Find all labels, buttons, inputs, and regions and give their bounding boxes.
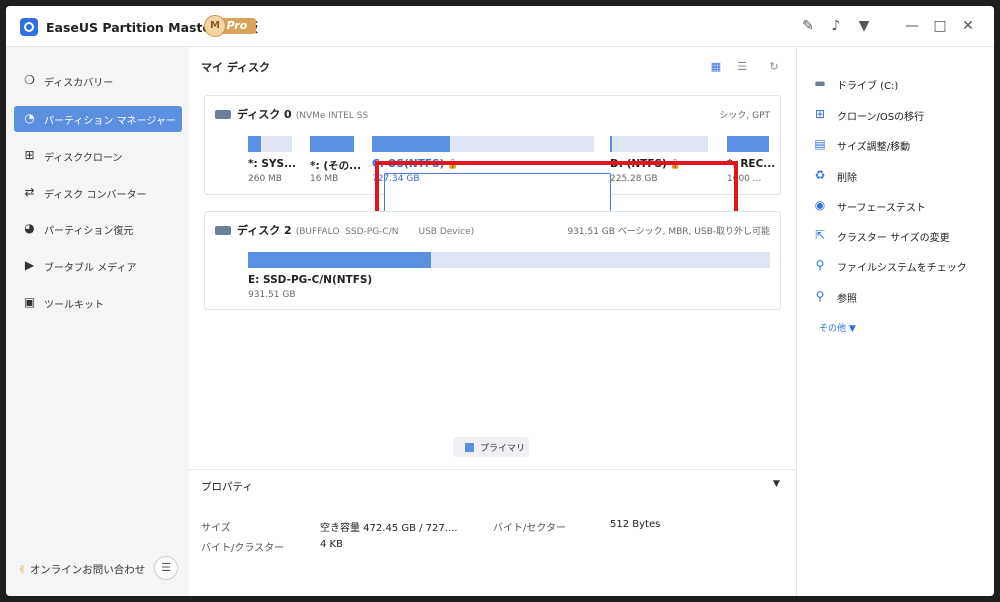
action-label: サーフェーステスト — [837, 203, 926, 214]
partition-size: 16 MB — [310, 174, 339, 184]
more-dropdown[interactable]: その他 ▼ — [819, 321, 856, 334]
action-label: 削除 — [837, 173, 857, 184]
partition-size: 931.51 GB — [248, 290, 296, 300]
hard-disk-icon — [215, 109, 231, 119]
legend-primary: プライマリ — [453, 437, 529, 457]
drive-label: ドライブ (C:) — [837, 81, 899, 92]
disk-info: 931.51 GB ベーシック, MBR, USB-取り外し可能 — [567, 227, 770, 237]
sidebar-item-partition-manager[interactable]: ◔ パーティション マネージャー — [14, 106, 182, 132]
sidebar-item-label: パーティション マネージャー — [44, 116, 176, 127]
action-label: 参照 — [837, 294, 857, 305]
sidebar-item-label: ディスカバリー — [44, 78, 114, 89]
disk-card-2[interactable]: ディスク 2 (BUFFALO SSD-PG-C/N USB Device) 93… — [204, 211, 781, 310]
feedback-icon[interactable]: ✎ — [800, 18, 816, 34]
partition-name: E: SSD-PG-C/N(NTFS) — [248, 274, 373, 286]
online-contact-link[interactable]: ✌ オンラインお問い合わせ — [18, 562, 145, 577]
disk-header: ディスク 0 (NVMe INTEL SS — [215, 106, 368, 122]
sidebar-item-discovery[interactable]: ❍ ディスカバリー — [14, 68, 182, 94]
drive-icon: ▬ — [814, 76, 826, 90]
usage-fill — [727, 136, 769, 152]
sidebar-item-partition-recovery[interactable]: ◕ パーティション復元 — [14, 216, 182, 242]
usage-fill — [372, 136, 450, 152]
partition-name: *: (その... — [310, 160, 362, 172]
restore-icon: ◕ — [24, 221, 35, 235]
collapse-arrow-icon[interactable]: ▼ — [773, 479, 780, 489]
sidebar-item-label: パーティション復元 — [44, 226, 134, 237]
compass-icon: ❍ — [24, 73, 35, 87]
disk-label: ディスク 0 — [237, 108, 292, 121]
prop-key-size: サイズ — [201, 523, 231, 534]
app-logo-icon — [20, 18, 38, 36]
list-view-icon[interactable]: ☰ — [736, 61, 748, 73]
toolbox-icon: ▣ — [23, 295, 36, 309]
properties-title: プロパティ — [201, 481, 253, 493]
usage-fill — [248, 136, 261, 152]
partition-size: 260 MB — [248, 174, 282, 184]
plus-square-icon: ⊞ — [24, 148, 35, 162]
prop-value-bytes-per-cluster: 4 KB — [320, 539, 343, 550]
refresh-icon[interactable]: ↻ — [768, 61, 780, 73]
divider — [189, 469, 796, 470]
usage-fill — [248, 252, 431, 268]
action-label: ファイルシステムをチェック — [837, 263, 967, 274]
app-window: EaseUS Partition Master Pro版 Pro M ✎ ♪ ▼… — [6, 6, 994, 596]
usage-fill — [310, 136, 354, 152]
action-label: クラスター サイズの変更 — [837, 233, 950, 244]
sidebar-item-disk-clone[interactable]: ⊞ ディスククローン — [14, 143, 182, 169]
legend-label: プライマリ — [480, 444, 526, 454]
operations-panel: ▬ ドライブ (C:) ⊞ クローン/OSの移行 ▤ サイズ調整/移動 ♻ 削除… — [796, 47, 994, 596]
usb-disk-icon — [215, 225, 231, 235]
pro-badge-m: M — [204, 15, 226, 37]
sidebar-item-disk-converter[interactable]: ⇄ ディスク コンバーター — [14, 180, 182, 206]
resize-icon: ▤ — [814, 137, 826, 151]
title-bar: EaseUS Partition Master Pro版 Pro M ✎ ♪ ▼… — [6, 6, 994, 47]
check-fs-icon: ⚲ — [815, 258, 825, 272]
sidebar-item-toolkit[interactable]: ▣ ツールキット — [14, 290, 182, 316]
sidebar-item-label: ディスククローン — [44, 153, 123, 164]
prop-value-size: 空き容量 472.45 GB / 727.... — [320, 523, 458, 534]
disk-card-0[interactable]: ディスク 0 (NVMe INTEL SS シック, GPT *: SYS... … — [204, 95, 781, 243]
minimize-icon[interactable]: — — [904, 18, 920, 34]
prop-key-bytes-per-sector: バイト/セクター — [493, 523, 566, 534]
disk-model: (NVMe INTEL SS — [295, 111, 369, 121]
sidebar: ❍ ディスカバリー ◔ パーティション マネージャー ⊞ ディスククローン ⇄ … — [6, 47, 188, 596]
usage-bar — [610, 136, 708, 152]
sidebar-item-label: ディスク コンバーター — [44, 190, 147, 201]
chat-icon: ☰ — [161, 561, 171, 574]
hand-icon: ✌ — [18, 564, 27, 576]
sidebar-item-bootable-media[interactable]: ▶ ブータブル メディア — [14, 253, 182, 279]
sidebar-item-label: ブータブル メディア — [44, 263, 137, 274]
page-title: マイ ディスク — [201, 61, 271, 74]
trash-icon: ♻ — [814, 168, 826, 182]
pie-chart-icon: ◔ — [24, 111, 35, 125]
cluster-icon: ⇱ — [814, 228, 826, 242]
surface-test-icon: ◉ — [814, 198, 826, 212]
sidebar-item-label: ツールキット — [44, 300, 104, 311]
disk-model: (BUFFALO SSD-PG-C/N USB Device) — [295, 227, 475, 237]
action-label: クローン/OSの移行 — [837, 112, 925, 123]
action-label: サイズ調整/移動 — [837, 142, 911, 153]
close-icon[interactable]: ✕ — [960, 18, 976, 34]
download-icon[interactable]: ▼ — [856, 18, 872, 34]
disk-header: ディスク 2 (BUFFALO SSD-PG-C/N USB Device) — [215, 222, 474, 238]
convert-icon: ⇄ — [24, 185, 35, 199]
legend-swatch — [465, 443, 474, 452]
partition-name: *: SYS... — [248, 158, 297, 170]
grid-view-icon[interactable]: ▦ — [710, 61, 722, 73]
windows-icon: ⊞ — [814, 107, 826, 121]
chat-button[interactable]: ☰ — [154, 556, 178, 580]
bootable-media-icon: ▶ — [24, 258, 35, 272]
prop-key-bytes-per-cluster: バイト/クラスター — [201, 543, 285, 554]
online-contact-label: オンラインお問い合わせ — [29, 564, 146, 576]
maximize-icon[interactable]: □ — [932, 18, 948, 34]
pro-badge[interactable]: Pro M — [204, 15, 258, 37]
prop-value-bytes-per-sector: 512 Bytes — [610, 519, 661, 530]
bell-icon[interactable]: ♪ — [828, 18, 844, 34]
usage-fill — [610, 136, 612, 152]
main-panel: マイ ディスク ▦ ☰ ↻ ディスク 0 (NVMe INTEL SS シック, … — [189, 47, 796, 596]
disk-info: シック, GPT — [719, 111, 770, 121]
disk-label: ディスク 2 — [237, 224, 292, 237]
browse-icon: ⚲ — [815, 289, 825, 303]
